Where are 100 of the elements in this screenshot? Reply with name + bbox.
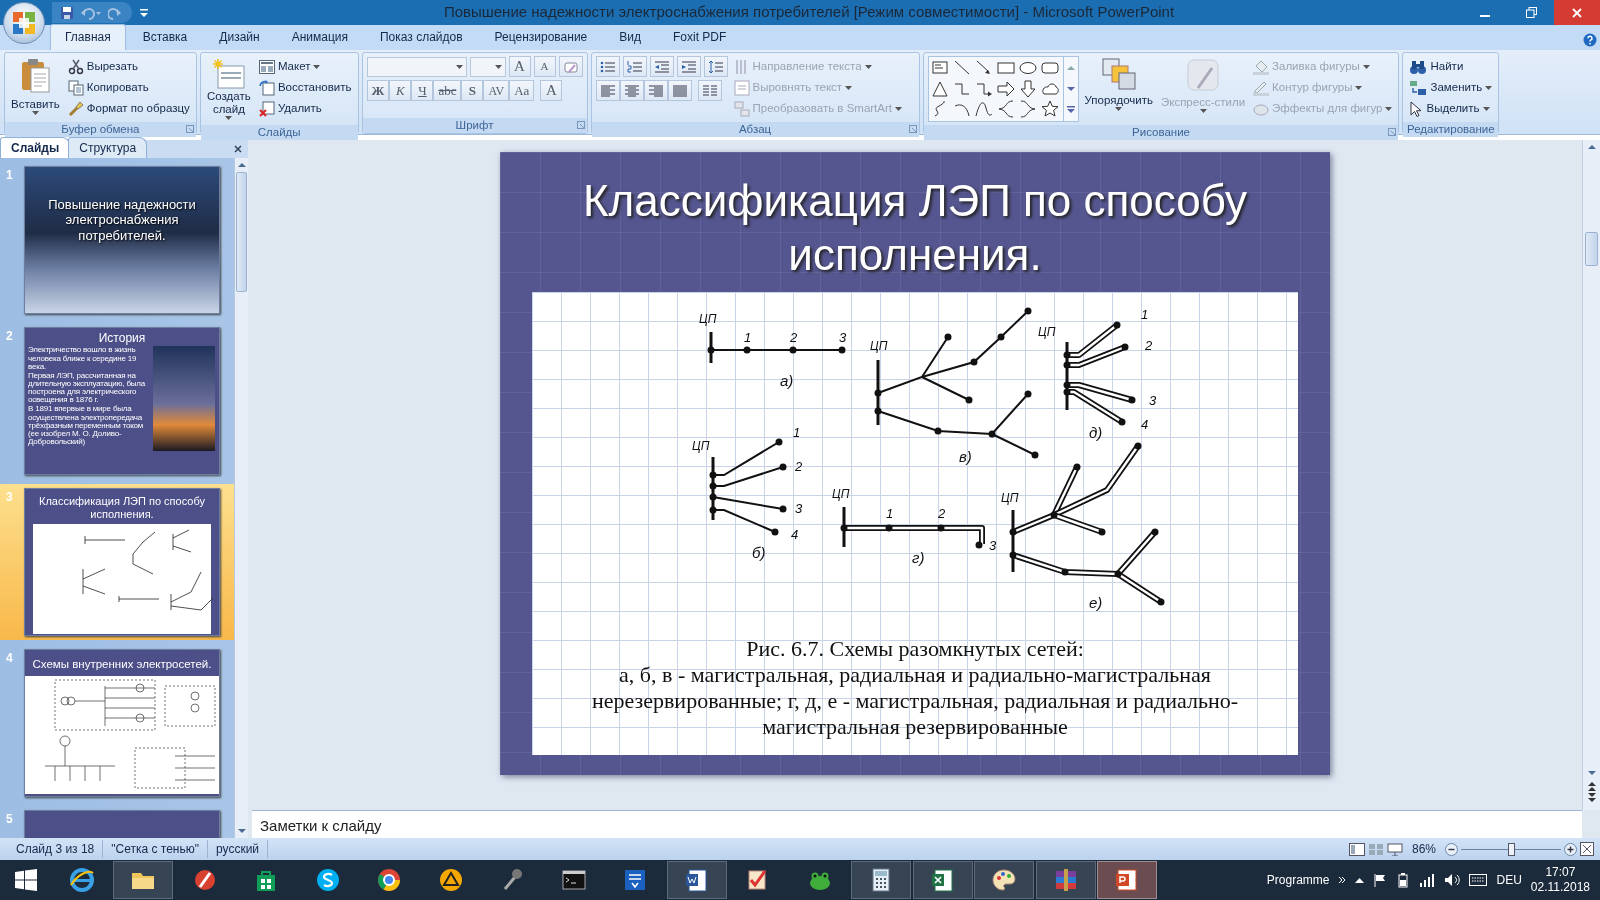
flag-icon xyxy=(1373,873,1388,887)
ribbon-tab[interactable]: Дизайн xyxy=(204,24,275,50)
previous-slide-button[interactable] xyxy=(1586,780,1597,792)
shadow-button[interactable]: S xyxy=(461,80,484,101)
close-button[interactable] xyxy=(1554,0,1600,25)
office-logo-icon xyxy=(11,10,37,36)
paint-bucket-icon xyxy=(1253,58,1270,75)
scheme-label: е) xyxy=(1088,594,1102,611)
scrollbar-thumb[interactable] xyxy=(1585,232,1598,266)
next-slide-button[interactable] xyxy=(1586,792,1597,804)
taskbar-button[interactable] xyxy=(912,861,973,899)
scissors-icon xyxy=(67,58,84,75)
panel-tab[interactable]: Слайды xyxy=(0,137,71,158)
zoom-slider-thumb[interactable] xyxy=(1508,842,1515,856)
italic-button[interactable]: К xyxy=(389,80,412,101)
speaker-icon xyxy=(1444,873,1461,887)
panel-tab[interactable]: Структура xyxy=(68,137,148,158)
ribbon-command[interactable]: Заменить xyxy=(1407,77,1495,98)
ribbon-command[interactable]: Упорядочить xyxy=(1082,56,1155,122)
decrease-indent-button[interactable] xyxy=(649,56,674,77)
scheme-label: д) xyxy=(1088,424,1102,441)
copy-icon xyxy=(67,79,84,96)
window-title: Повышение надежности электроснабжения потребителей [Режим совместимости] - Microsoft PowerPoint xyxy=(442,2,1176,23)
caret-icon xyxy=(455,64,463,69)
shrink-font-button[interactable]: A xyxy=(533,56,556,77)
ribbon-command[interactable]: Макет xyxy=(256,56,354,77)
ribbon-command[interactable]: Формат по образцу xyxy=(65,98,192,119)
ribbon-tab[interactable]: Вид xyxy=(604,24,656,50)
node-number: 3 xyxy=(838,330,846,345)
font-name-field[interactable] xyxy=(366,56,467,77)
node-number: 2 xyxy=(1144,338,1152,353)
line-spacing-button[interactable] xyxy=(703,56,728,77)
ribbon-command[interactable]: Копировать xyxy=(65,77,192,98)
caret-icon xyxy=(1485,85,1493,90)
slide-thumbnail[interactable]: Классификация ЛЭП по способу исполнения. xyxy=(24,488,220,636)
ribbon-tab[interactable]: Главная xyxy=(50,24,126,50)
character-spacing-button[interactable]: AV xyxy=(483,80,510,101)
reset-slide-icon xyxy=(258,79,275,96)
chat-bubble-icon xyxy=(314,867,341,893)
zoom-slider[interactable] xyxy=(1461,842,1561,856)
taskbar-button[interactable] xyxy=(1097,861,1157,899)
caption-line: нерезервированные; г, д, е - магистральная, радиальная и радиально- xyxy=(591,688,1239,714)
ribbon-command[interactable]: Выделить xyxy=(1407,98,1495,119)
bold-button[interactable]: Ж xyxy=(366,80,390,101)
ribbon-command[interactable]: Удалить xyxy=(256,98,354,119)
taskbar-button[interactable] xyxy=(851,861,911,899)
slide-thumbnail-item[interactable]: 1 Повышение надежности электроснабжения потребителей. xyxy=(0,162,234,318)
slide-thumbnail[interactable]: Повышение надежности электроснабжения потребителей. xyxy=(24,166,220,314)
close-pane-button[interactable] xyxy=(234,145,242,153)
ribbon-tab[interactable]: Foxit PDF xyxy=(658,24,742,50)
clock-time[interactable]: 17:07 xyxy=(1530,865,1590,880)
taskbar-button[interactable] xyxy=(666,861,727,899)
taskbar-button[interactable] xyxy=(974,861,1034,899)
double-chevron-icon xyxy=(1338,876,1347,884)
ribbon-tab[interactable]: Показ слайдов xyxy=(365,24,478,50)
scrollbar-thumb[interactable] xyxy=(236,172,247,292)
slide-thumbnail[interactable] xyxy=(24,327,220,475)
slide-title: Классификация ЛЭП по способу исполнения. xyxy=(38,494,206,523)
ribbon-command[interactable]: Найти xyxy=(1407,56,1495,77)
node-number: 2 xyxy=(794,459,802,474)
node-number: 3 xyxy=(794,501,802,516)
ribbon-tab[interactable]: Вставка xyxy=(127,24,203,50)
columns-button[interactable] xyxy=(697,80,722,101)
node-number: 4 xyxy=(790,527,798,542)
ribbon-command[interactable]: Восстановить xyxy=(256,77,354,98)
node-number: 1 xyxy=(1140,307,1148,322)
align-right-button[interactable] xyxy=(643,80,668,101)
node-number: 4 xyxy=(1140,417,1148,432)
node-number: 1 xyxy=(792,425,800,440)
ribbon-command[interactable]: Вырезать xyxy=(65,56,192,77)
caret-icon xyxy=(1199,109,1207,114)
slide-thumbnail[interactable] xyxy=(24,810,220,838)
ribbon-command[interactable]: Вставить xyxy=(9,56,62,119)
change-case-button[interactable]: Aa xyxy=(509,80,535,101)
numbered-list-button[interactable] xyxy=(622,56,647,77)
clock-date[interactable]: 02.11.2018 xyxy=(1530,880,1590,895)
delete-slide-icon xyxy=(258,100,275,117)
increase-indent-button[interactable] xyxy=(676,56,701,77)
ribbon-tab[interactable]: Анимация xyxy=(276,24,363,50)
underline-button[interactable]: Ч xyxy=(411,80,434,101)
scheme-label: б) xyxy=(751,544,765,561)
font-size-field[interactable] xyxy=(469,56,506,77)
font-color-button[interactable]: A xyxy=(540,80,563,101)
language-indicator[interactable]: DEU xyxy=(1496,871,1522,889)
slide-thumbnail-item[interactable]: 3 Классификация ЛЭП по способу исполнения. xyxy=(0,484,234,640)
slide-thumbnail-item[interactable]: 4 Схемы внутренних электросетей. xyxy=(0,645,234,801)
justify-button[interactable] xyxy=(667,80,692,101)
grow-font-button[interactable]: A xyxy=(508,56,531,77)
browser-icon xyxy=(68,867,95,893)
taskbar-button[interactable] xyxy=(113,861,173,899)
strikethrough-button[interactable]: abc xyxy=(433,80,462,101)
bullet-list-button[interactable] xyxy=(595,56,620,77)
layout-icon xyxy=(258,59,275,74)
slide-thumbnail[interactable]: Схемы внутренних электросетей. xyxy=(24,649,220,797)
ribbon-command[interactable]: Создать слайд xyxy=(204,56,253,123)
align-center-button[interactable] xyxy=(619,80,644,101)
notes-text: Заметки к слайду xyxy=(260,817,382,834)
align-left-button[interactable] xyxy=(595,80,620,101)
ribbon-tab[interactable]: Рецензирование xyxy=(479,24,603,50)
shapes-gallery[interactable] xyxy=(927,56,1079,122)
